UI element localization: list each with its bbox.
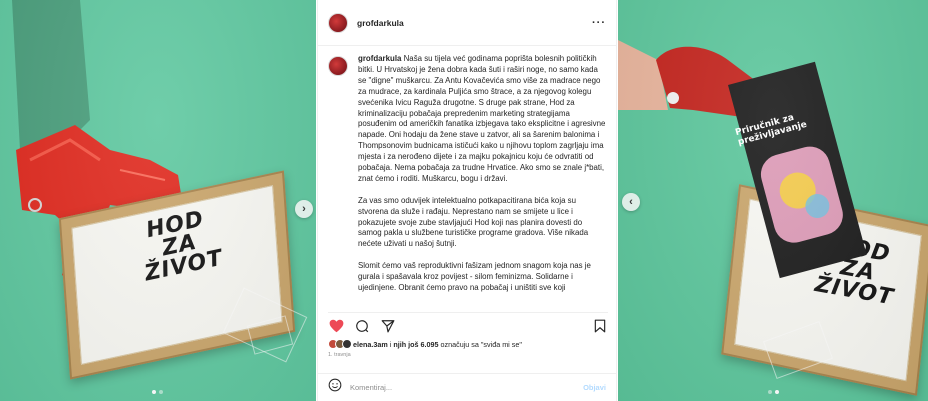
post-image-previous[interactable]: HOD ZA ŽIVOT › [0,0,316,401]
carousel-dots [152,390,163,394]
post-image-next[interactable]: HOD ZA ŽIVOT Priručnik za preživljavanje… [618,0,928,401]
liker-avatars [328,339,352,349]
post-comment-button[interactable]: Objavi [583,383,606,392]
more-options-icon[interactable]: ··· [592,17,606,29]
post-date: 1. travnja [328,352,351,358]
caption-paragraph: Slomit ćemo vaš reproduktivni fašizam je… [358,261,591,292]
comment-bar: Objavi [318,373,616,401]
carousel-dots [768,390,779,394]
carousel-next-icon[interactable]: › [295,200,313,218]
comment-icon[interactable] [354,318,370,334]
avatar[interactable] [328,56,348,76]
likes-count[interactable]: njih još 6.095 [393,340,438,349]
action-row [328,312,608,334]
caption-paragraph: Za vas smo oduvijek intelektualno potkap… [358,195,589,249]
likes-connector: i [389,339,392,349]
bookmark-icon[interactable] [592,318,608,334]
caption-username[interactable]: grofdarkula [358,54,401,63]
carousel-prev-icon[interactable]: ‹ [622,193,640,211]
caption-paragraph: Naša su tijela već godinama poprišta bol… [358,54,606,183]
heart-icon[interactable] [328,318,344,334]
post-detail-panel: grofdarkula ··· grofdarkula Naša su tije… [317,0,617,401]
share-icon[interactable] [380,318,396,334]
likes-suffix: označuju sa "sviđa mi se" [440,339,522,349]
likes-summary[interactable]: elena.3am i njih još 6.095 označuju sa "… [328,339,606,349]
post-header: grofdarkula ··· [318,0,616,46]
avatar[interactable] [328,12,348,33]
comment-input[interactable] [350,383,584,392]
liker-username[interactable]: elena.3am [353,340,388,349]
header-username[interactable]: grofdarkula [357,18,404,28]
emoji-icon[interactable] [328,378,342,397]
caption-area: grofdarkula Naša su tijela već godinama … [328,54,606,308]
caption-text: grofdarkula Naša su tijela već godinama … [358,54,606,308]
